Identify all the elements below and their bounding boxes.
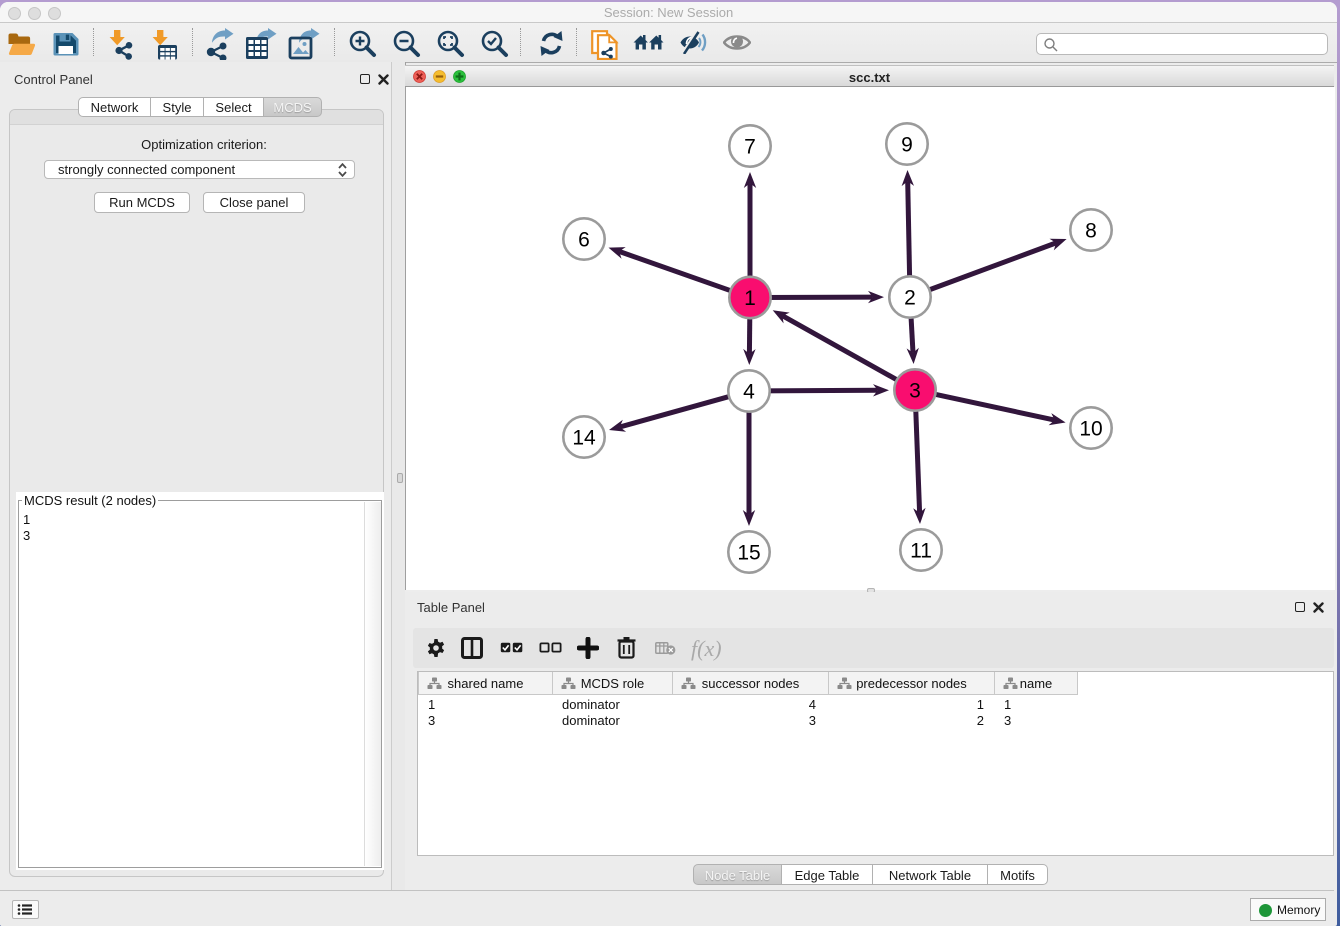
svg-text:7: 7 [744,136,756,159]
svg-text:4: 4 [743,381,755,404]
svg-text:10: 10 [1079,418,1102,441]
svg-text:9: 9 [901,134,913,157]
svg-text:11: 11 [910,540,932,563]
svg-text:3: 3 [909,380,921,403]
svg-text:14: 14 [572,427,596,450]
svg-text:6: 6 [578,229,590,252]
svg-text:2: 2 [904,287,916,310]
svg-text:8: 8 [1085,220,1097,243]
svg-text:15: 15 [737,542,760,565]
svg-text:1: 1 [744,287,756,310]
